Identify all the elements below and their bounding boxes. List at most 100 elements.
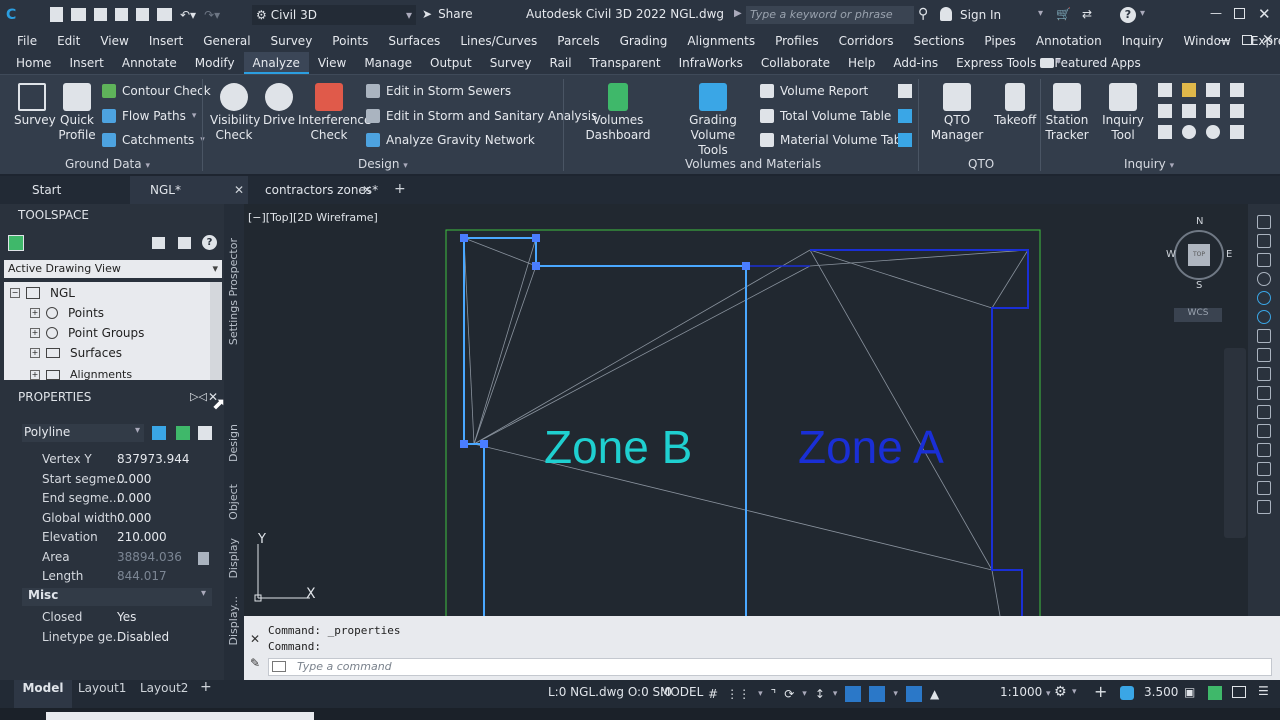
wcs-button[interactable]: WCS bbox=[1174, 308, 1222, 322]
ribbon-tab-survey[interactable]: Survey bbox=[481, 52, 541, 74]
pin-icon[interactable] bbox=[1158, 125, 1172, 139]
menu-insert[interactable]: Insert bbox=[139, 34, 193, 48]
tool-undo-icon[interactable] bbox=[1257, 481, 1271, 495]
chevron-down-icon[interactable]: ▾ bbox=[833, 689, 838, 699]
tool-erase-icon[interactable] bbox=[1257, 500, 1271, 514]
tab-display[interactable]: Display bbox=[227, 538, 240, 579]
visibility-check-button[interactable]: Visibility Check bbox=[210, 83, 260, 143]
ribbon-tab-infraworks[interactable]: InfraWorks bbox=[670, 52, 752, 74]
object-snap-icon[interactable] bbox=[869, 686, 886, 702]
menu-sections[interactable]: Sections bbox=[904, 34, 975, 48]
area-icon[interactable] bbox=[1230, 83, 1244, 97]
chevron-down-icon[interactable]: ▾ bbox=[1140, 8, 1145, 19]
redo-icon[interactable]: ↷▾ bbox=[204, 8, 220, 22]
tab-prospector[interactable]: Prospector bbox=[227, 238, 240, 297]
ribbon-tab-express-tools[interactable]: Express Tools bbox=[947, 52, 1045, 74]
property-row[interactable]: Global width 0.000 bbox=[0, 511, 224, 530]
dynamic-input-icon[interactable]: ⌝ bbox=[771, 687, 777, 701]
sum-icon[interactable] bbox=[1206, 104, 1220, 118]
minimize-icon[interactable]: — bbox=[1210, 6, 1222, 20]
select-objects-icon[interactable] bbox=[176, 426, 190, 440]
exchange-icon[interactable]: ⇄ bbox=[1082, 7, 1092, 21]
ribbon-tab-help[interactable]: Help bbox=[839, 52, 884, 74]
property-row[interactable]: Length 844.017 bbox=[0, 569, 224, 588]
help-icon[interactable]: ? bbox=[202, 235, 217, 250]
grading-volume-tools-button[interactable]: Grading Volume Tools bbox=[670, 83, 756, 158]
drawing-viewport[interactable]: [−][Top][2D Wireframe] Y X Zone B Zone A… bbox=[244, 204, 1248, 616]
app-logo[interactable]: C bbox=[6, 7, 24, 23]
menu-lines-curves[interactable]: Lines/Curves bbox=[450, 34, 547, 48]
sign-in-button[interactable]: Sign In bbox=[960, 8, 1001, 22]
chevron-down-icon[interactable]: ▾ bbox=[1072, 687, 1077, 697]
plot-icon[interactable] bbox=[157, 8, 172, 21]
doc-minimize-icon[interactable]: — bbox=[1218, 33, 1230, 47]
grid-table-icon[interactable] bbox=[1230, 125, 1244, 139]
ribbon-tab-insert[interactable]: Insert bbox=[60, 52, 112, 74]
property-row[interactable]: Vertex Y 837973.944 bbox=[0, 452, 224, 471]
grid-icon[interactable] bbox=[152, 237, 165, 249]
open-web-icon[interactable] bbox=[136, 8, 149, 21]
object-type-select[interactable]: Polyline ▾ bbox=[22, 424, 144, 442]
cart-icon[interactable]: 🛒 bbox=[1056, 7, 1071, 21]
inquiry-panel-title[interactable]: Inquiry ▾ bbox=[1124, 157, 1174, 171]
property-row[interactable]: Linetype ge... Disabled bbox=[0, 630, 224, 649]
annotation-visibility-icon[interactable] bbox=[905, 686, 922, 702]
new-tab-icon[interactable]: + bbox=[394, 181, 406, 197]
ribbon-tab-home[interactable]: Home bbox=[7, 52, 60, 74]
radius-icon[interactable] bbox=[1182, 83, 1196, 97]
tool-stretch-icon[interactable] bbox=[1257, 443, 1271, 457]
ribbon-tab-annotate[interactable]: Annotate bbox=[113, 52, 186, 74]
object-snap-tracking-icon[interactable] bbox=[845, 686, 862, 702]
menu-profiles[interactable]: Profiles bbox=[765, 34, 829, 48]
add-layout-icon[interactable]: + bbox=[200, 679, 212, 695]
viewcube-top-face[interactable]: TOP bbox=[1188, 244, 1210, 266]
id-point-icon[interactable] bbox=[1182, 104, 1196, 118]
ribbon-tab-output[interactable]: Output bbox=[421, 52, 481, 74]
workspace-dropdown[interactable]: ⚙ Civil 3D ▾ bbox=[252, 5, 416, 25]
chevron-down-icon[interactable]: ▾ bbox=[802, 689, 807, 699]
expand-icon[interactable]: + bbox=[30, 369, 40, 380]
tab-settings[interactable]: Settings bbox=[227, 300, 240, 345]
command-input[interactable]: Type a command bbox=[268, 658, 1272, 676]
table-icon[interactable] bbox=[178, 237, 191, 249]
command-prompt-icon[interactable] bbox=[272, 661, 286, 672]
calculator-icon[interactable] bbox=[1230, 104, 1244, 118]
clock-icon[interactable] bbox=[1206, 125, 1220, 139]
zone-b-label[interactable]: Zone B bbox=[544, 420, 692, 474]
workspace-gear-icon[interactable]: ⚙ bbox=[1054, 684, 1067, 700]
tool-select-icon[interactable] bbox=[1257, 329, 1271, 343]
menu-file[interactable]: File bbox=[7, 34, 47, 48]
pickadd-icon[interactable] bbox=[198, 426, 212, 440]
tree-item-surfaces[interactable]: + Surfaces bbox=[30, 346, 122, 360]
ribbon-tab-analyze[interactable]: Analyze bbox=[243, 52, 309, 74]
edit-storm-sewers-button[interactable]: Edit in Storm Sewers bbox=[366, 84, 511, 98]
tree-item-alignments[interactable]: + Alignments bbox=[30, 368, 132, 380]
menu-parcels[interactable]: Parcels bbox=[547, 34, 609, 48]
status-value[interactable]: 3.500 bbox=[1144, 685, 1178, 699]
menu-window[interactable]: Window bbox=[1173, 34, 1240, 48]
takeoff-button[interactable]: Takeoff bbox=[994, 83, 1036, 128]
save-icon[interactable] bbox=[94, 8, 107, 21]
menu-edit[interactable]: Edit bbox=[47, 34, 90, 48]
cleanscreen-icon[interactable] bbox=[1208, 686, 1222, 700]
volumes-dashboard-button[interactable]: Volumes Dashboard bbox=[568, 83, 668, 143]
property-row[interactable]: Closed Yes bbox=[0, 610, 224, 629]
tab-start[interactable]: Start bbox=[0, 176, 130, 204]
ribbon-toggle-icon[interactable] bbox=[1040, 58, 1054, 68]
polar-tracking-icon[interactable]: ⟳ bbox=[784, 687, 794, 701]
maximize-icon[interactable] bbox=[1234, 8, 1245, 19]
flow-paths-button[interactable]: Flow Paths ▾ bbox=[102, 109, 196, 123]
menu-pipes[interactable]: Pipes bbox=[974, 34, 1026, 48]
hardware-accel-icon[interactable] bbox=[1120, 686, 1134, 700]
tab-object[interactable]: Object bbox=[227, 484, 240, 520]
customize-icon[interactable]: ✎ bbox=[250, 656, 260, 670]
add-icon[interactable]: + bbox=[1094, 682, 1107, 701]
menu-general[interactable]: General bbox=[193, 34, 260, 48]
distance-icon[interactable] bbox=[1158, 83, 1172, 97]
property-row[interactable]: Elevation 210.000 bbox=[0, 530, 224, 549]
help-icon[interactable]: ? bbox=[1120, 7, 1136, 23]
total-volume-table-button[interactable]: Total Volume Table bbox=[760, 109, 891, 123]
mass-haul-icon[interactable] bbox=[898, 133, 912, 147]
drive-button[interactable]: Drive bbox=[262, 83, 296, 128]
viewcube[interactable]: N TOP W E S WCS bbox=[1166, 216, 1234, 322]
